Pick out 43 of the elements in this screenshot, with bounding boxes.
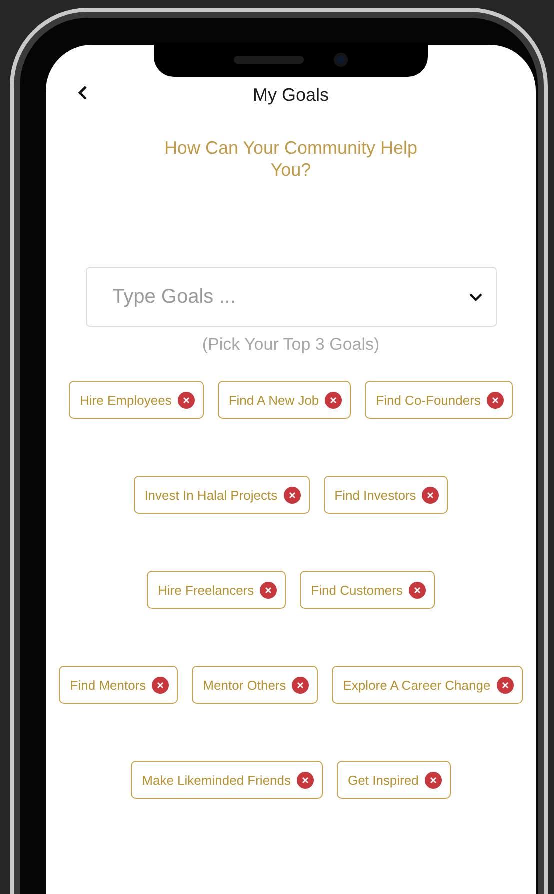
chip-label: Invest In Halal Projects [144,488,278,502]
chip-label: Hire Freelancers [158,582,254,598]
chip-label: Get Inspired [348,772,419,788]
chip-label: Hire Employees [80,392,172,408]
close-icon [182,396,190,404]
chip-label: Mentor Others [203,678,286,692]
chip-label: Make Likeminded Friends [142,772,292,788]
close-icon [157,682,164,688]
chevron-left-icon [78,85,88,101]
remove-button[interactable] [292,676,310,694]
chip-label: Find Mentors [70,678,146,692]
remove-button[interactable] [496,676,514,694]
chevron-down-icon [468,293,482,302]
goals-dropdown[interactable]: Type Goals ... [86,267,496,327]
hint-text: (Pick Your Top 3 Goals) [202,335,380,355]
remove-button[interactable] [152,676,170,694]
remove-button[interactable] [408,582,426,598]
close-icon [288,492,296,498]
prompt-heading: How Can Your Community Help You? [163,137,419,181]
close-icon [414,586,421,594]
remove-button[interactable] [260,582,278,598]
close-icon [297,682,304,688]
remove-button[interactable] [486,392,504,408]
close-icon [330,396,338,404]
chip-label: Find Co-Founders [376,392,481,408]
close-icon [502,682,509,688]
remove-button[interactable] [284,486,301,504]
close-icon [302,776,310,784]
remove-button[interactable] [424,772,442,788]
chip-label: Explore A Career Change [343,678,491,692]
close-icon [430,776,437,784]
remove-button[interactable] [297,772,314,788]
remove-button[interactable] [178,392,195,408]
chip-label: Find A New Job [228,392,320,408]
close-icon [427,492,434,498]
page-title: My Goals [252,84,330,106]
remove-button[interactable] [422,486,440,504]
chip-label: Find Customers [311,582,403,598]
close-icon [265,586,272,594]
chip-label: Find Investors [334,488,416,502]
remove-button[interactable] [325,392,342,408]
back-button[interactable] [78,85,88,101]
close-icon [492,396,499,404]
